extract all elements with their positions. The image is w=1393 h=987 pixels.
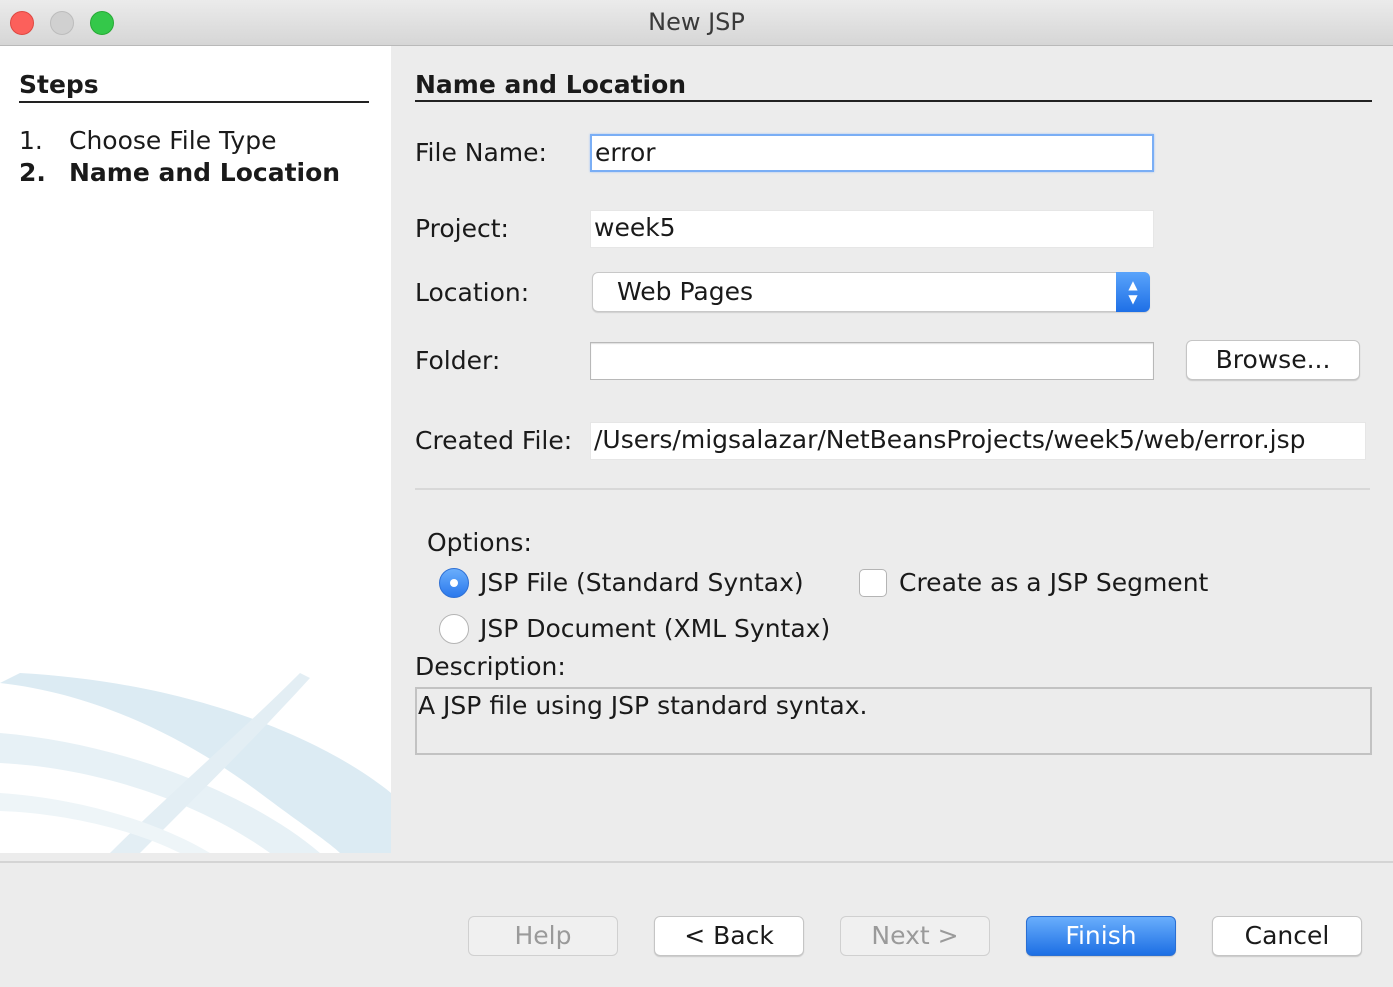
step-number: 2.: [19, 158, 46, 187]
file-name-input[interactable]: error: [590, 134, 1154, 172]
browse-button[interactable]: Browse...: [1186, 340, 1360, 380]
file-name-label: File Name:: [415, 138, 547, 167]
back-button[interactable]: < Back: [654, 916, 804, 956]
step-label: Choose File Type: [69, 126, 277, 155]
description-text: A JSP file using JSP standard syntax.: [415, 687, 1372, 755]
updown-arrows-icon: ▲ ▼: [1116, 272, 1150, 312]
step-name-and-location: 2. Name and Location: [19, 158, 340, 187]
jsp-segment-label[interactable]: Create as a JSP Segment: [899, 568, 1208, 597]
location-label: Location:: [415, 278, 530, 307]
steps-panel: Steps 1. Choose File Type 2. Name and Loca…: [0, 46, 391, 853]
options-label: Options:: [427, 528, 532, 557]
next-button[interactable]: Next >: [840, 916, 990, 956]
description-label: Description:: [415, 652, 566, 681]
jsp-standard-syntax-label[interactable]: JSP File (Standard Syntax): [480, 568, 804, 597]
section-heading: Name and Location: [415, 70, 1372, 102]
folder-input[interactable]: [590, 342, 1154, 380]
swoosh-decoration-graphic: [0, 673, 391, 853]
help-button[interactable]: Help: [468, 916, 618, 956]
created-file-label: Created File:: [415, 426, 573, 455]
jsp-segment-checkbox[interactable]: [859, 569, 887, 597]
jsp-xml-syntax-radio[interactable]: [439, 614, 469, 644]
step-number: 1.: [19, 126, 43, 155]
step-choose-file-type: 1. Choose File Type: [19, 126, 276, 155]
step-label: Name and Location: [69, 158, 341, 187]
project-field: week5: [590, 210, 1154, 248]
window-title: New JSP: [648, 8, 745, 36]
project-label: Project:: [415, 214, 509, 243]
location-selected-value: Web Pages: [617, 277, 753, 306]
folder-label: Folder:: [415, 346, 501, 375]
separator: [415, 488, 1370, 490]
title-bar: New JSP: [0, 0, 1393, 46]
finish-button[interactable]: Finish: [1026, 916, 1176, 956]
footer-divider: [0, 861, 1393, 863]
cancel-button[interactable]: Cancel: [1212, 916, 1362, 956]
steps-heading: Steps: [19, 70, 369, 103]
jsp-standard-syntax-radio[interactable]: [439, 568, 469, 598]
created-file-path: /Users/migsalazar/NetBeansProjects/week5…: [590, 422, 1366, 460]
jsp-xml-syntax-label[interactable]: JSP Document (XML Syntax): [480, 614, 830, 643]
location-select[interactable]: Web Pages ▲ ▼: [592, 272, 1150, 312]
